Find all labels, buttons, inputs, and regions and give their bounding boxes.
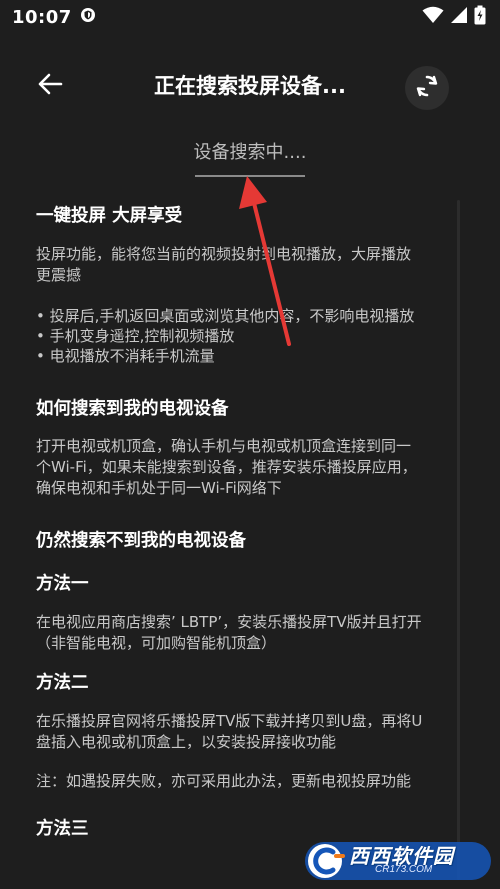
search-tips-text: 打开电视或机顶盒，确认手机与电视或机顶盒连接到同一 个Wi-Fi，如果未能搜索到… [36, 437, 417, 497]
method-title: 方法二 [36, 673, 89, 693]
feature-list: • 投屏后,手机返回桌面或浏览其他内容，不影响电视播放 • 手机变身遥控,控制视… [36, 306, 460, 366]
wifi-icon [422, 6, 444, 28]
section-heading: 仍然搜索不到我的电视设备 [36, 531, 246, 551]
help-content: 一键投屏 大屏享受 投屏功能，能将您当前的视频投射到电视播放，大屏播放 更震撼 … [36, 200, 460, 841]
method-text: 在电视应用商店搜索’ LBTP’，安装乐播投屏TV版并且打开 （非智能电视，可加… [36, 613, 422, 652]
section-heading: 如何搜索到我的电视设备 [36, 399, 229, 419]
intro-text: 投屏功能，能将您当前的视频投射到电视播放，大屏播放 更震撼 [36, 245, 412, 284]
back-arrow-icon [37, 73, 63, 99]
method-title: 方法一 [36, 574, 89, 594]
list-item: • 投屏后,手机返回桌面或浏览其他内容，不影响电视播放 [36, 307, 415, 325]
list-item: • 电视播放不消耗手机流量 [36, 347, 215, 365]
method-note: 注：如遇投屏失败，亦可采用此办法，更新电视投屏功能 [36, 772, 412, 790]
watermark-domain: CR173.COM [375, 864, 433, 875]
back-button[interactable] [30, 66, 70, 106]
refresh-icon [414, 73, 440, 103]
section-heading: 一键投屏 大屏享受 [36, 206, 183, 226]
header: 正在搜索投屏设备... [0, 58, 500, 114]
refresh-button[interactable] [405, 66, 449, 110]
shield-icon [80, 7, 96, 27]
watermark-logo: 西西软件园 CR173.COM [303, 838, 493, 882]
status-bar: 10:07 [0, 0, 500, 34]
battery-icon [474, 5, 486, 29]
scrollbar[interactable] [457, 200, 460, 880]
list-item: • 手机变身遥控,控制视频播放 [36, 327, 235, 345]
search-status-text: 设备搜索中.... [193, 142, 307, 163]
status-time: 10:07 [12, 6, 72, 28]
signal-icon [450, 6, 468, 28]
method-text: 在乐播投屏官网将乐播投屏TV版下载并拷贝到U盘，再将U 盘插入电视或机顶盒上，以… [36, 712, 423, 751]
page-title: 正在搜索投屏设备... [154, 74, 346, 98]
search-progress-underline [195, 175, 305, 177]
